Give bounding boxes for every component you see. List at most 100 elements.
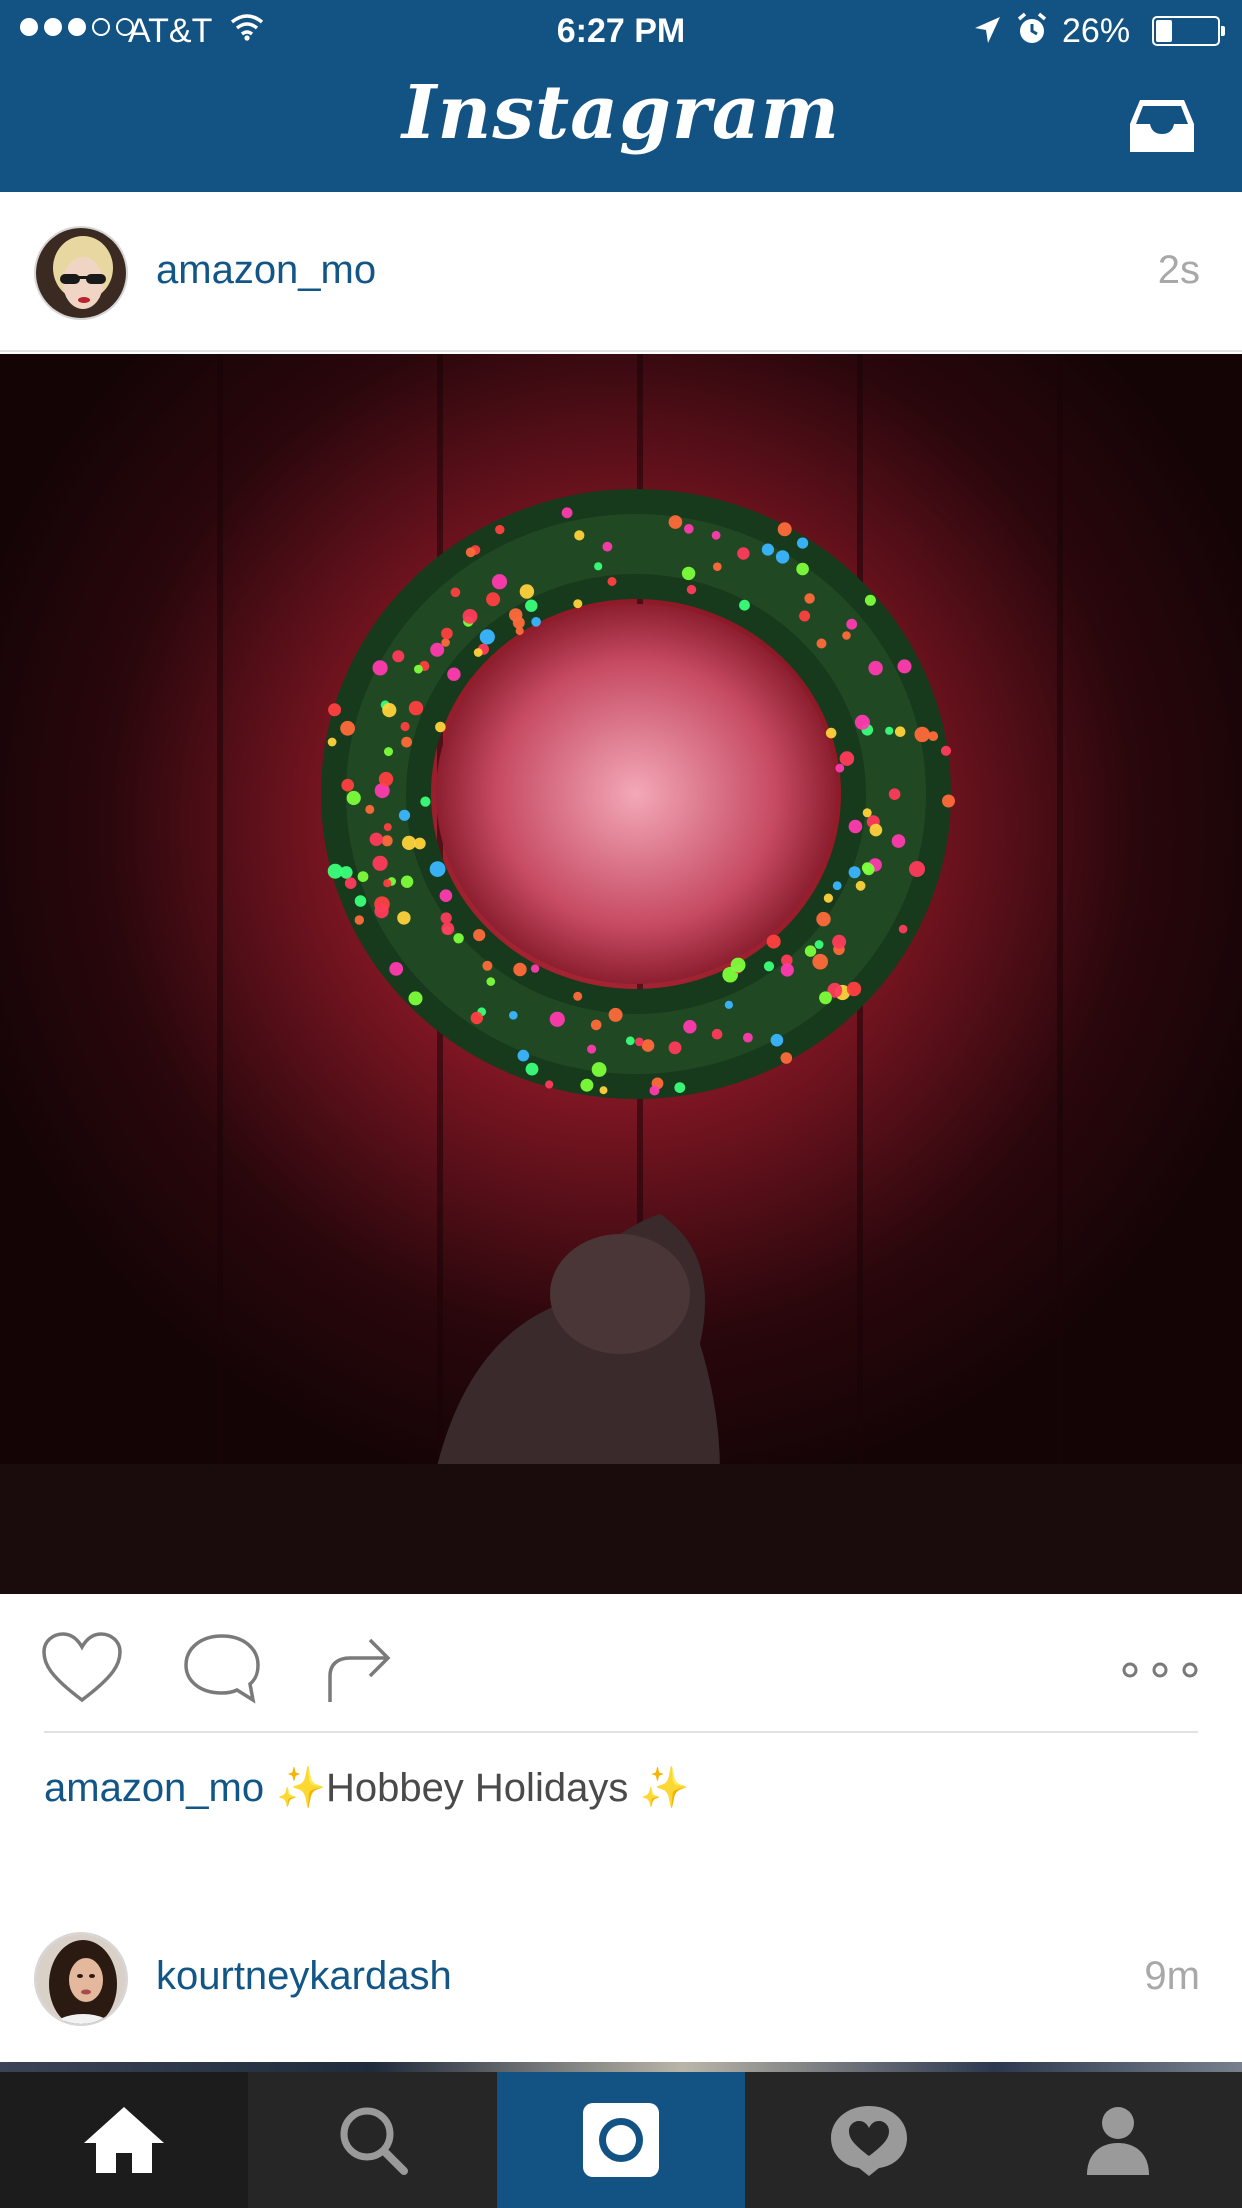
wreath-light	[414, 664, 423, 674]
wreath-light	[761, 543, 775, 556]
wreath-light	[674, 1082, 686, 1093]
wreath-light	[401, 835, 417, 850]
wreath-light	[587, 1044, 597, 1054]
wreath-light	[816, 911, 831, 927]
wreath-light	[328, 703, 342, 717]
wreath-light	[835, 763, 845, 773]
wreath-light	[686, 584, 697, 595]
battery-icon	[1152, 16, 1225, 46]
actions-divider	[44, 1731, 1198, 1733]
wreath-light	[519, 584, 535, 599]
wreath-light	[737, 547, 750, 560]
wreath-light	[848, 819, 863, 834]
avatar[interactable]	[34, 226, 128, 320]
wreath-light	[819, 991, 832, 1005]
post-username[interactable]: amazon_mo	[156, 248, 376, 293]
post-photo[interactable]	[0, 354, 1242, 1594]
location-arrow-icon	[972, 14, 1002, 55]
wreath-light	[346, 790, 361, 806]
wreath-light	[848, 866, 861, 879]
wreath-light	[327, 737, 337, 747]
wreath-light	[378, 771, 394, 787]
wreath-light	[780, 1052, 793, 1064]
wreath-light	[531, 617, 541, 627]
comment-icon[interactable]	[180, 1630, 264, 1706]
wreath-light	[832, 934, 847, 949]
wreath-light	[942, 794, 955, 808]
wreath-light	[599, 1086, 608, 1095]
wreath-light	[509, 1011, 518, 1020]
share-icon[interactable]	[320, 1630, 404, 1706]
status-bar: AT&T 6:27 PM 26%	[0, 0, 1242, 60]
wreath-light	[441, 638, 450, 647]
wreath-light	[766, 934, 781, 949]
more-options-icon[interactable]	[1120, 1630, 1200, 1706]
wreath-light	[797, 537, 809, 549]
wreath-light	[495, 524, 505, 535]
wreath-light	[384, 747, 393, 757]
tab-profile[interactable]	[994, 2072, 1242, 2208]
wreath-light	[590, 1019, 602, 1031]
wreath-light	[854, 714, 870, 730]
tab-home[interactable]	[0, 2072, 249, 2208]
tab-camera[interactable]	[496, 2072, 746, 2208]
sparkle-emoji: ✨	[276, 1766, 326, 1810]
caption-username[interactable]: amazon_mo	[44, 1766, 264, 1810]
wreath-light	[462, 609, 478, 624]
wreath-light	[513, 962, 527, 977]
wreath-light	[641, 1039, 655, 1052]
wreath-light	[816, 638, 827, 649]
wreath-light	[739, 599, 750, 611]
caption-text: Hobbey Holidays	[325, 1766, 629, 1810]
wreath-light	[400, 875, 414, 888]
wreath-light	[864, 594, 876, 606]
post-time: 2s	[1157, 248, 1200, 292]
wreath-light	[383, 823, 392, 832]
wreath-light	[392, 650, 405, 663]
wreath-light	[447, 667, 461, 681]
alarm-icon	[1016, 12, 1048, 55]
wreath-light	[799, 610, 811, 622]
wreath-light	[825, 727, 837, 739]
tab-search[interactable]	[248, 2072, 496, 2208]
wreath-light	[397, 911, 411, 925]
battery-fill	[1156, 20, 1172, 42]
wreath-light	[482, 960, 493, 971]
wreath-light	[607, 577, 617, 586]
wreath-light	[573, 991, 583, 1001]
wreath-light	[525, 599, 538, 612]
wreath-light	[814, 940, 824, 949]
post-username[interactable]: kourtneykardash	[156, 1954, 452, 1999]
inbox-icon[interactable]	[1126, 96, 1198, 158]
wreath-light	[453, 933, 464, 944]
post-actions	[0, 1594, 1242, 1734]
post-caption: amazon_mo ✨Hobbey Holidays ✨	[44, 1764, 689, 1811]
wreath-light	[668, 1041, 682, 1055]
wreath-light	[591, 1062, 607, 1077]
wreath-light	[885, 726, 894, 735]
heart-icon[interactable]	[40, 1630, 124, 1706]
wreath-light	[839, 751, 855, 766]
wreath-light	[804, 945, 817, 957]
wreath-light	[486, 977, 496, 986]
wreath-light	[369, 832, 383, 846]
wreath-light	[894, 726, 906, 737]
tab-activity[interactable]	[745, 2072, 993, 2208]
wreath-light	[365, 804, 375, 814]
wreath-light	[509, 608, 523, 622]
wreath-light	[855, 880, 866, 891]
avatar[interactable]	[34, 1932, 128, 2026]
next-post-header: kourtneykardash 9m	[0, 1930, 1242, 2066]
wreath-light	[398, 809, 411, 821]
wreath-light	[649, 1085, 660, 1096]
wreath-light	[327, 863, 343, 879]
wreath-light	[491, 574, 508, 590]
wreath-light	[898, 924, 908, 934]
wreath-light	[635, 1037, 644, 1047]
post-header: amazon_mo 2s	[0, 192, 1242, 352]
wreath-light	[796, 562, 809, 576]
wreath-light	[382, 703, 397, 718]
wreath-light	[842, 631, 851, 640]
wreath-light	[743, 1032, 753, 1043]
wreath-light	[668, 515, 683, 529]
